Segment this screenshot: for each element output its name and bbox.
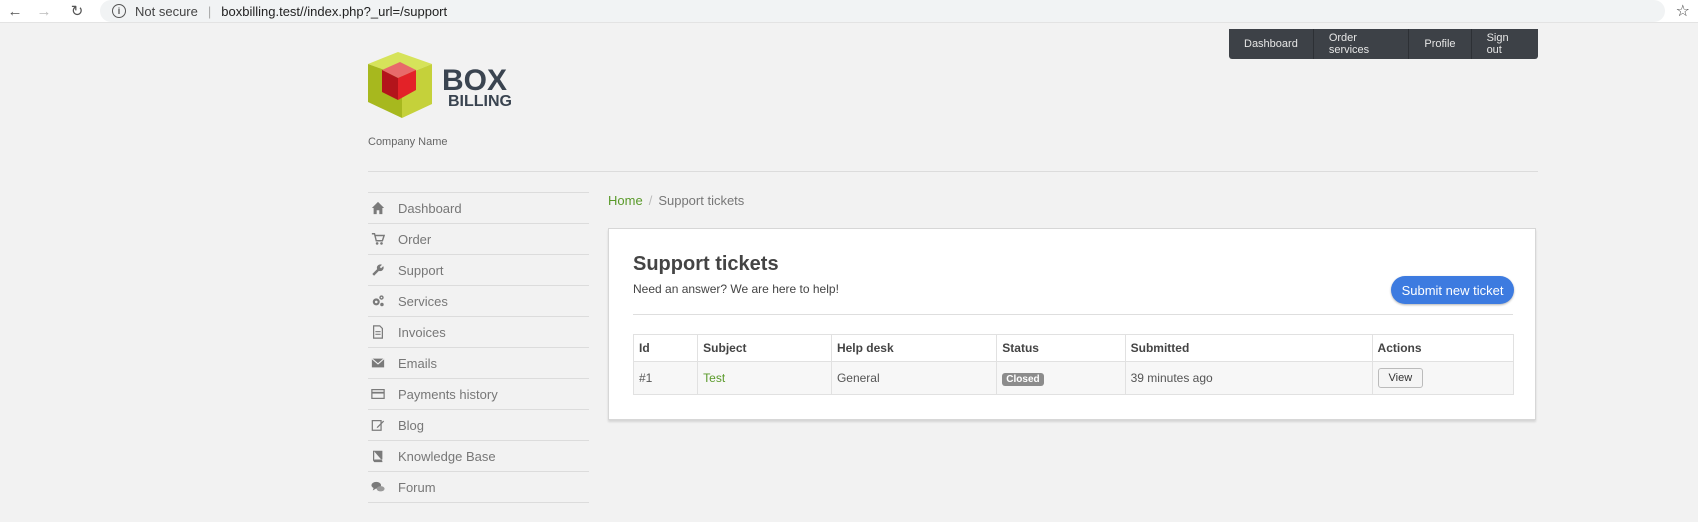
ticket-help-desk: General — [830, 361, 998, 395]
envelope-icon — [370, 355, 386, 371]
browser-toolbar: ← → ↻ i Not secure | boxbilling.test//in… — [0, 0, 1698, 23]
logo-cube-icon: BOX BILLING — [368, 52, 512, 118]
breadcrumb-home-link[interactable]: Home — [608, 193, 643, 208]
sidebar-item-label: Knowledge Base — [398, 448, 496, 464]
sidebar-item-label: Payments history — [398, 386, 498, 402]
sidebar-item-label: Blog — [398, 417, 425, 433]
ticket-id: #1 — [632, 361, 699, 395]
tickets-table: Id Subject Help desk Status Submitted Ac… — [632, 334, 1515, 395]
boxbilling-logo[interactable]: BOX BILLING — [368, 48, 528, 124]
ticket-subject-link[interactable]: Test — [703, 371, 725, 385]
ticket-status-cell: Closed — [996, 361, 1126, 395]
sidebar-item-label: Emails — [398, 355, 438, 371]
edit-icon — [370, 417, 386, 433]
column-header-subject: Subject — [697, 334, 832, 362]
ticket-submitted: 39 minutes ago — [1124, 361, 1373, 395]
back-icon[interactable]: ← — [4, 0, 26, 22]
security-label: Not secure — [135, 3, 198, 19]
cart-icon — [370, 231, 386, 247]
topmenu-sign-out[interactable]: Sign out — [1472, 29, 1538, 59]
sidebar-item-services[interactable]: Services — [368, 285, 589, 316]
address-bar[interactable]: i Not secure | boxbilling.test//index.ph… — [100, 0, 1665, 22]
home-icon — [370, 200, 386, 216]
breadcrumb-current: Support tickets — [658, 193, 745, 208]
sidebar-item-knowledge-base[interactable]: Knowledge Base — [368, 440, 589, 471]
document-icon — [370, 324, 386, 340]
page-subtitle: Need an answer? We are here to help! — [633, 282, 839, 296]
ticket-subject-cell: Test — [697, 361, 832, 395]
sidebar-item-payments-history[interactable]: Payments history — [368, 378, 589, 409]
gears-icon — [370, 293, 386, 309]
ticket-actions-cell: View — [1371, 361, 1515, 395]
status-badge: Closed — [1002, 372, 1044, 386]
bookmark-star-icon[interactable]: ☆ — [1676, 0, 1690, 22]
book-icon — [370, 448, 386, 464]
sidebar-item-label: Support — [398, 262, 444, 278]
sidebar-item-dashboard[interactable]: Dashboard — [368, 192, 589, 223]
top-user-menu: Dashboard Order services Profile Sign ou… — [1229, 29, 1538, 59]
column-header-submitted: Submitted — [1124, 334, 1373, 362]
breadcrumb-separator: / — [648, 193, 653, 208]
sidebar-item-label: Order — [398, 231, 432, 247]
sidebar-nav: Dashboard Order Support Services Invoice… — [368, 192, 589, 503]
support-tickets-panel: Support tickets Need an answer? We are h… — [608, 228, 1536, 420]
column-header-actions: Actions — [1371, 334, 1515, 362]
table-header-row: Id Subject Help desk Status Submitted Ac… — [632, 334, 1515, 362]
wrench-icon — [370, 262, 386, 278]
breadcrumb: Home / Support tickets — [608, 193, 744, 208]
address-separator: | — [207, 3, 212, 19]
url-text[interactable]: boxbilling.test//index.php?_url=/support — [221, 4, 447, 19]
info-icon[interactable]: i — [112, 4, 126, 18]
sidebar-item-label: Dashboard — [398, 200, 462, 216]
sidebar-item-label: Invoices — [398, 324, 446, 340]
topmenu-profile[interactable]: Profile — [1409, 29, 1472, 59]
sidebar-item-emails[interactable]: Emails — [368, 347, 589, 378]
topmenu-order-services[interactable]: Order services — [1314, 29, 1410, 59]
view-ticket-button[interactable]: View — [1377, 368, 1424, 388]
header-divider — [368, 171, 1538, 172]
table-row: #1 Test General Closed 39 minutes ago Vi… — [632, 361, 1515, 395]
column-header-id: Id — [632, 334, 699, 362]
comments-icon — [370, 479, 386, 495]
column-header-help-desk: Help desk — [830, 334, 998, 362]
panel-divider — [633, 314, 1513, 315]
submit-new-ticket-button[interactable]: Submit new ticket — [1391, 276, 1514, 304]
page-title: Support tickets — [633, 253, 779, 275]
sidebar-item-label: Forum — [398, 479, 436, 495]
topmenu-dashboard[interactable]: Dashboard — [1229, 29, 1314, 59]
forward-icon[interactable]: → — [33, 0, 55, 22]
sidebar-item-support[interactable]: Support — [368, 254, 589, 285]
reload-icon[interactable]: ↻ — [66, 0, 88, 22]
sidebar-item-order[interactable]: Order — [368, 223, 589, 254]
sidebar-item-label: Services — [398, 293, 448, 309]
logo-text-billing: BILLING — [448, 93, 512, 110]
column-header-status: Status — [996, 334, 1126, 362]
sidebar-item-forum[interactable]: Forum — [368, 471, 589, 503]
sidebar-item-blog[interactable]: Blog — [368, 409, 589, 440]
company-name: Company Name — [368, 136, 448, 148]
credit-card-icon — [370, 386, 386, 402]
sidebar-item-invoices[interactable]: Invoices — [368, 316, 589, 347]
